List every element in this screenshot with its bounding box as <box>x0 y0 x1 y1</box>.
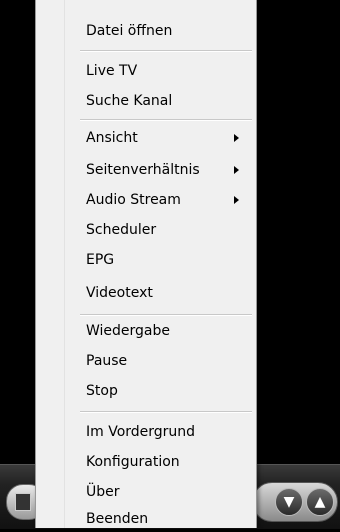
menu-item-label: Konfiguration <box>86 454 180 470</box>
menu-item-scheduler[interactable]: Scheduler <box>36 217 256 243</box>
menu-item-label: Scheduler <box>86 222 157 238</box>
menu-item-label: Beenden <box>86 511 149 527</box>
menu-item-ansicht[interactable]: Ansicht <box>36 125 256 151</box>
menu-item-label: Videotext <box>86 285 153 301</box>
menu-item-videotext[interactable]: Videotext <box>36 280 256 306</box>
menu-item-stop[interactable]: Stop <box>36 378 256 404</box>
menu-item-label: Suche Kanal <box>86 93 173 109</box>
menu-separator <box>80 314 252 316</box>
window-icon <box>15 493 31 511</box>
context-menu: Datei öffnen Live TV Suche Kanal Ansicht… <box>35 0 257 528</box>
triangle-down-icon: ▼ <box>283 494 295 510</box>
menu-item-wiedergabe[interactable]: Wiedergabe <box>36 318 256 344</box>
menu-separator <box>80 411 252 413</box>
menu-separator <box>80 119 252 121</box>
menu-item-pause[interactable]: Pause <box>36 348 256 374</box>
submenu-arrow-icon <box>234 134 239 142</box>
menu-item-audio-stream[interactable]: Audio Stream <box>36 187 256 213</box>
menu-item-datei-oeffnen[interactable]: Datei öffnen <box>36 18 256 44</box>
menu-item-label: Ansicht <box>86 130 138 146</box>
menu-item-label: Datei öffnen <box>86 23 173 39</box>
menu-item-konfiguration[interactable]: Konfiguration <box>36 449 256 475</box>
menu-item-label: EPG <box>86 252 115 268</box>
menu-item-label: Wiedergabe <box>86 323 171 339</box>
menu-item-label: Pause <box>86 353 128 369</box>
volume-up-button[interactable]: ▲ <box>306 488 334 516</box>
menu-item-label: Live TV <box>86 63 138 79</box>
menu-item-epg[interactable]: EPG <box>36 247 256 273</box>
menu-separator <box>80 50 252 52</box>
menu-item-im-vordergrund[interactable]: Im Vordergrund <box>36 419 256 445</box>
menu-item-seitenverhaeltnis[interactable]: Seitenverhältnis <box>36 157 256 183</box>
menu-item-label: Im Vordergrund <box>86 424 196 440</box>
menu-item-label: Audio Stream <box>86 192 181 208</box>
submenu-arrow-icon <box>234 166 239 174</box>
menu-item-beenden[interactable]: Beenden <box>36 506 256 532</box>
menu-item-live-tv[interactable]: Live TV <box>36 58 256 84</box>
menu-item-label: Seitenverhältnis <box>86 162 200 178</box>
menu-item-ueber[interactable]: Über <box>36 479 256 505</box>
submenu-arrow-icon <box>234 196 239 204</box>
triangle-up-icon: ▲ <box>314 494 326 510</box>
volume-down-button[interactable]: ▼ <box>275 488 303 516</box>
menu-item-label: Über <box>86 484 120 500</box>
menu-item-label: Stop <box>86 383 118 399</box>
menu-item-suche-kanal[interactable]: Suche Kanal <box>36 88 256 114</box>
